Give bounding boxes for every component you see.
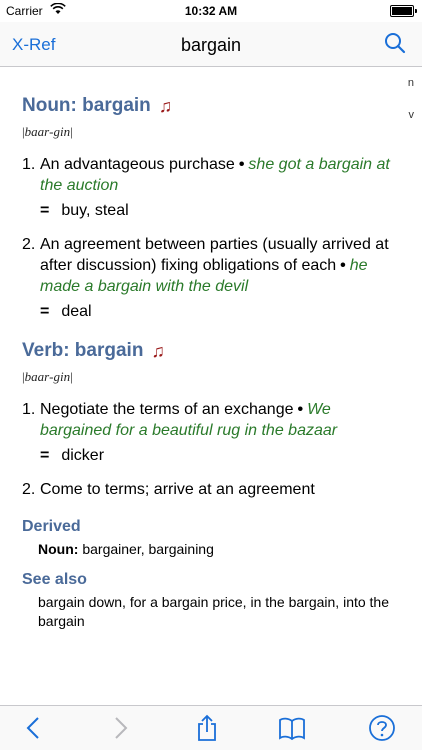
clock: 10:32 AM (184, 4, 238, 18)
battery-icon (390, 5, 417, 17)
verb-sense-2: 2. Come to terms; arrive at an agreement (22, 481, 315, 498)
help-icon[interactable] (368, 714, 396, 742)
noun-sense-1: 1. An advantageous purchase • she got a ba… (22, 156, 390, 194)
verb-sense-1: 1. Negotiate the terms of an exchange • We… (22, 401, 338, 439)
page-title: bargain (180, 35, 242, 55)
noun-sense-2-synonyms: = deal (40, 303, 92, 320)
noun-sense-1-synonyms: = buy, steal (40, 202, 129, 219)
noun-heading-text: Noun: bargain (22, 95, 151, 116)
back-arrow-icon[interactable] (20, 714, 48, 742)
noun-sense-2: 2. An agreement between parties (usually… (22, 236, 389, 295)
verb-pronunciation: |baar-gin| (22, 369, 73, 384)
book-icon[interactable] (278, 714, 306, 742)
noun-pronunciation: |baar-gin| (22, 124, 73, 139)
see-also-body[interactable]: bargain down, for a bargain price, in th… (38, 593, 406, 631)
verb-heading: Verb: bargain ♫ (22, 337, 406, 365)
definition-content: Noun: bargain ♫ |baar-gin| 1. An advanta… (22, 92, 406, 631)
derived-body: Noun: bargainer, bargaining (38, 541, 214, 557)
derived-heading: Derived (22, 518, 81, 535)
pronunciation-audio-icon[interactable]: ♫ (151, 341, 165, 362)
status-bar: Carrier 10:32 AM (0, 0, 422, 22)
noun-heading: Noun: bargain ♫ (22, 92, 406, 120)
index-verb[interactable]: v (409, 109, 415, 121)
index-noun[interactable]: n (408, 77, 414, 89)
verb-heading-text: Verb: bargain (22, 340, 144, 361)
pronunciation-audio-icon[interactable]: ♫ (159, 96, 173, 117)
search-icon[interactable] (384, 32, 406, 54)
forward-arrow-icon[interactable] (106, 714, 134, 742)
see-also-heading: See also (22, 571, 87, 588)
verb-sense-1-synonyms: = dicker (40, 447, 105, 464)
share-icon[interactable] (193, 714, 221, 742)
navigation-bar: X-Ref bargain (0, 22, 422, 67)
bottom-toolbar (0, 705, 422, 750)
